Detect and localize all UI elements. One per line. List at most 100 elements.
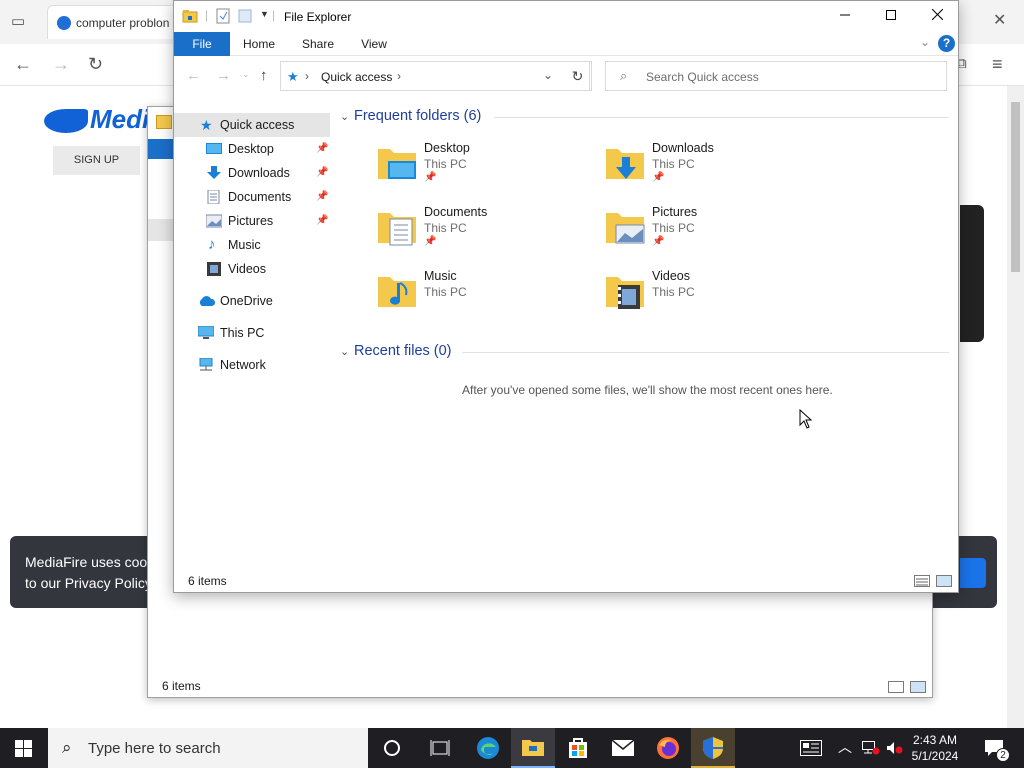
browser-close-icon[interactable]: ✕ [993, 12, 1006, 30]
breadcrumb-chevron-icon[interactable]: › [397, 69, 401, 83]
refresh-icon[interactable]: ↻ [88, 55, 103, 73]
tab-file[interactable]: File [174, 32, 230, 56]
back-icon[interactable]: ← [186, 67, 201, 84]
nav-item-documents[interactable]: Documents 📌 [174, 185, 330, 209]
frequent-folders-header[interactable]: ⌄ Frequent folders (6) [340, 108, 481, 124]
browser-tab[interactable]: computer problon [47, 5, 187, 39]
documents-folder-icon [378, 213, 416, 246]
nav-item-downloads[interactable]: Downloads 📌 [174, 161, 330, 185]
scrollbar-thumb[interactable] [1011, 102, 1020, 272]
browser-scrollbar[interactable] [1007, 86, 1024, 728]
qat-customize-icon[interactable]: ▼ [260, 9, 269, 19]
volume-control[interactable] [886, 728, 904, 768]
taskbar-firefox[interactable] [646, 728, 690, 768]
pin-icon[interactable]: 📌 [316, 137, 328, 161]
breadcrumb-separator-icon[interactable]: › [305, 69, 309, 83]
navigation-pane: ★ Quick access Desktop 📌 Downloads 📌 Doc… [174, 109, 332, 559]
tab-home[interactable]: Home [236, 32, 282, 56]
network-icon [199, 358, 213, 371]
tab-view[interactable]: View [354, 32, 394, 56]
taskbar-edge[interactable] [466, 728, 510, 768]
nav-item-videos[interactable]: Videos [174, 257, 330, 281]
mediafire-logo[interactable]: Medi [44, 104, 149, 135]
pin-icon[interactable]: 📌 [316, 185, 328, 209]
large-icons-view-icon[interactable] [936, 575, 952, 587]
nav-item-onedrive[interactable]: OneDrive [174, 289, 330, 313]
quick-access-star-icon: ★ [200, 117, 213, 133]
ribbon: File Home Share View ⌄ ? [174, 32, 958, 56]
frequent-folders-title: Frequent folders (6) [354, 108, 482, 124]
back-icon[interactable]: ← [14, 55, 32, 73]
address-dropdown-icon[interactable]: ⌄ [543, 68, 553, 82]
close-button[interactable] [914, 1, 960, 31]
folder-downloads[interactable]: Downloads This PC 📌 [604, 141, 824, 197]
nav-item-music[interactable]: ♪ Music [174, 233, 330, 257]
pin-icon[interactable]: 📌 [316, 209, 328, 233]
mail-icon [612, 740, 634, 756]
folder-documents[interactable]: Documents This PC 📌 [376, 205, 596, 261]
nav-item-network[interactable]: Network [174, 353, 330, 377]
nav-item-quick-access[interactable]: ★ Quick access [174, 113, 330, 137]
file-explorer-icon [522, 740, 544, 756]
taskbar-mail[interactable] [601, 728, 645, 768]
folder-desktop[interactable]: Desktop This PC 📌 [376, 141, 596, 197]
properties-icon[interactable] [216, 8, 230, 24]
menu-icon[interactable]: ≡ [992, 55, 1003, 73]
forward-icon[interactable]: → [52, 55, 70, 73]
nav-item-desktop[interactable]: Desktop 📌 [174, 137, 330, 161]
collapse-chevron-icon[interactable]: ⌄ [340, 345, 354, 358]
cookie-accept-button[interactable] [960, 558, 986, 588]
section-divider [494, 117, 949, 118]
status-item-count: 6 items [188, 574, 227, 588]
folder-videos[interactable]: Videos This PC [604, 269, 824, 325]
recent-files-header[interactable]: ⌄ Recent files (0) [340, 343, 452, 359]
folder-location: This PC [424, 285, 467, 299]
taskbar-news[interactable] [798, 728, 824, 768]
details-view-icon[interactable] [914, 575, 930, 587]
folder-location: This PC [424, 157, 467, 171]
folder-pictures[interactable]: Pictures This PC 📌 [604, 205, 824, 261]
taskbar-uac-shield[interactable] [691, 728, 735, 768]
start-button[interactable] [0, 728, 48, 768]
up-icon[interactable]: ↑ [260, 67, 268, 84]
breadcrumb-location[interactable]: Quick access [321, 70, 392, 84]
taskbar-store[interactable] [556, 728, 600, 768]
nav-item-pictures[interactable]: Pictures 📌 [174, 209, 330, 233]
windows-logo-icon [15, 740, 32, 757]
tab-share[interactable]: Share [296, 32, 340, 56]
tab-actions-icon[interactable]: ▭ [11, 13, 25, 31]
folder-music[interactable]: Music This PC [376, 269, 596, 325]
show-hidden-icons-icon[interactable]: ︿ [838, 737, 852, 777]
documents-icon [207, 190, 220, 204]
address-box[interactable]: ★ › Quick access › ⌄ [280, 61, 590, 91]
search-input[interactable]: ⌕ Search Quick access [605, 61, 947, 91]
volume-muted-icon [887, 742, 903, 754]
taskbar-file-explorer[interactable] [511, 728, 555, 768]
signup-button[interactable]: SIGN UP [53, 146, 140, 175]
new-folder-icon[interactable] [238, 8, 252, 24]
recent-locations-icon[interactable]: ⌄ [242, 69, 250, 80]
task-view-button[interactable] [418, 728, 462, 768]
refresh-button[interactable]: ↻ [564, 61, 592, 91]
maximize-button[interactable] [868, 1, 914, 31]
folder-location: This PC [652, 221, 695, 235]
expand-ribbon-icon[interactable]: ⌄ [920, 35, 930, 49]
nav-item-this-pc[interactable]: This PC [174, 321, 330, 345]
help-button[interactable]: ? [938, 35, 955, 52]
network-status[interactable] [862, 728, 880, 768]
taskbar-clock[interactable]: 2:43 AM 5/1/2024 [905, 732, 965, 764]
file-explorer-window[interactable]: | ▼ | File Explorer File Home Share View… [173, 0, 959, 593]
minimize-button[interactable] [822, 1, 868, 31]
forward-icon[interactable]: → [216, 67, 231, 84]
pin-icon[interactable]: 📌 [316, 161, 328, 185]
details-view-icon[interactable] [888, 681, 904, 693]
folder-icon [156, 115, 172, 129]
action-center-button[interactable]: 2 [982, 728, 1012, 768]
large-icons-view-icon[interactable] [910, 681, 926, 693]
collapse-chevron-icon[interactable]: ⌄ [340, 110, 354, 123]
taskbar-search-box[interactable]: ⌕ Type here to search [48, 728, 368, 768]
recent-files-title: Recent files (0) [354, 343, 452, 359]
file-tab-strip[interactable] [148, 139, 174, 159]
cortana-button[interactable] [370, 728, 414, 768]
title-bar[interactable]: | ▼ | File Explorer [174, 1, 958, 32]
